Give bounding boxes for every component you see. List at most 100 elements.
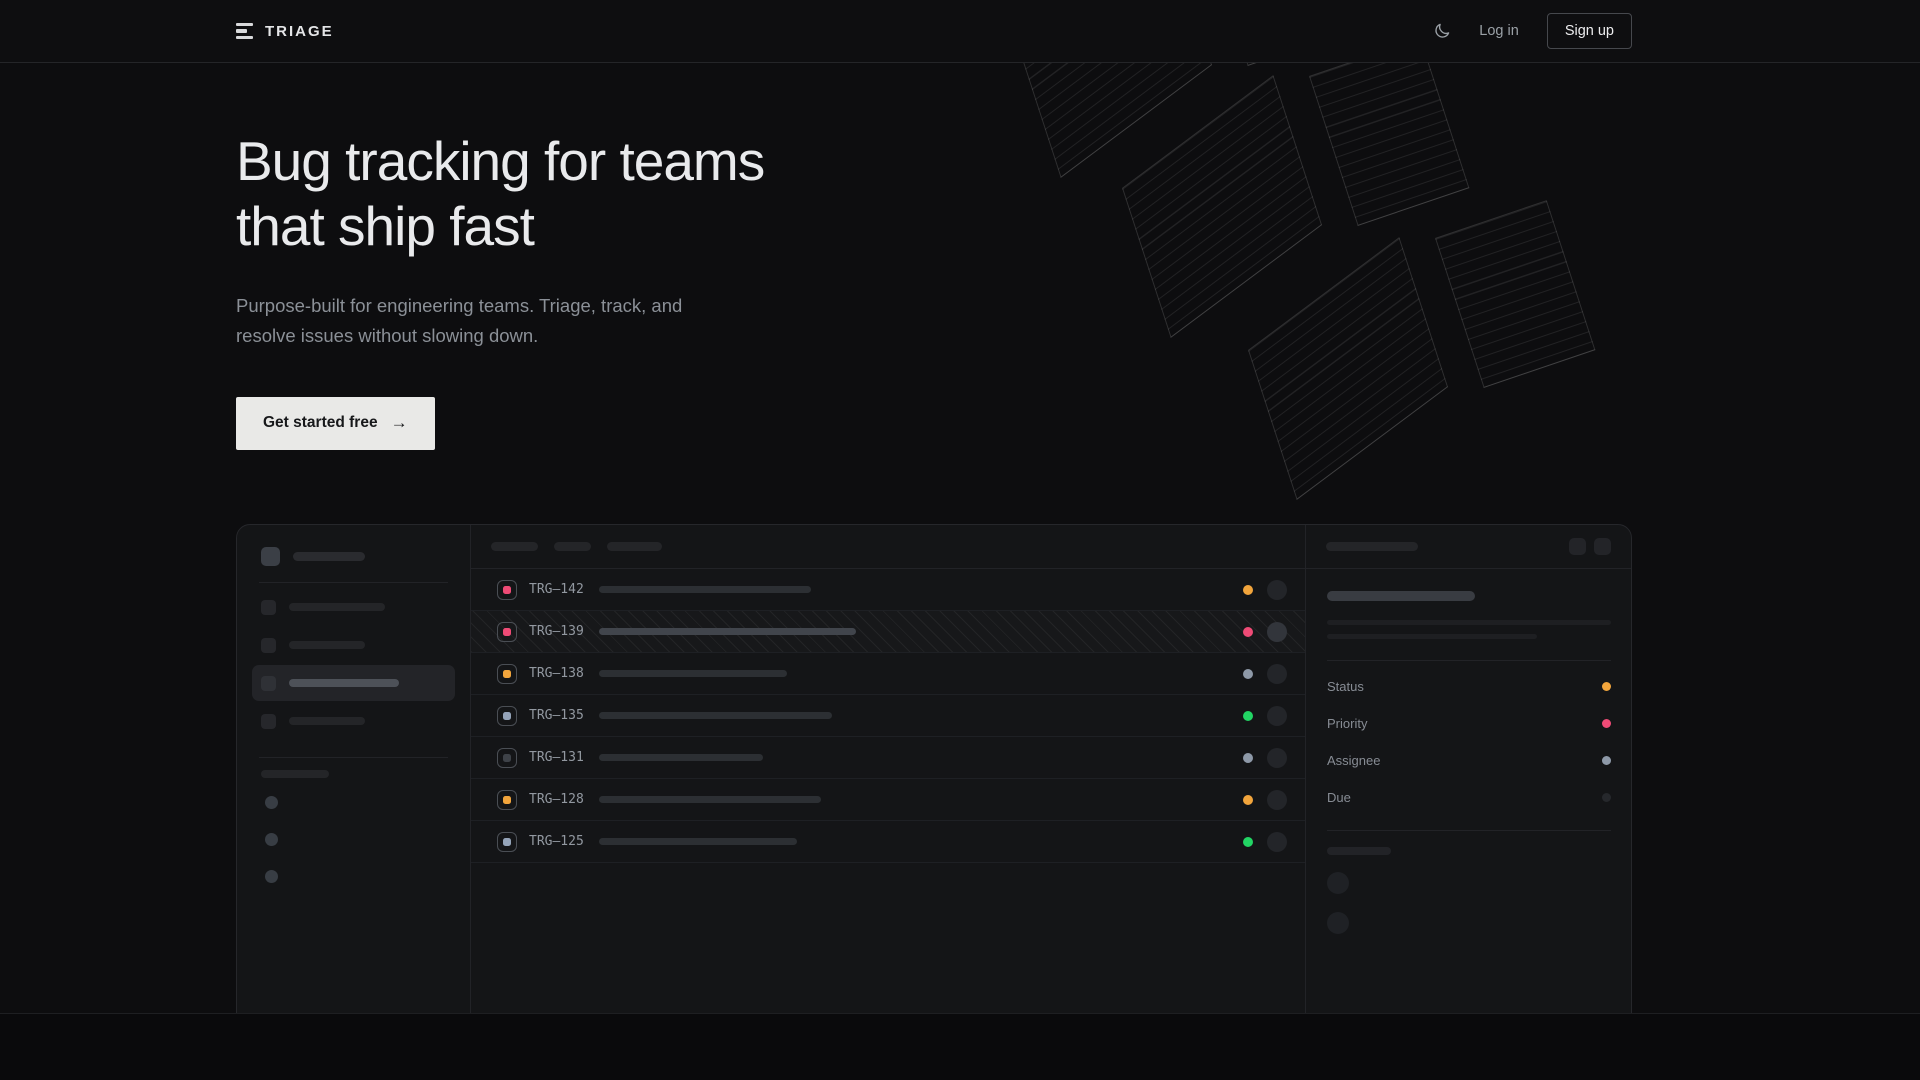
issue-id: TRG–139 [529,624,587,639]
nav-item-label-skeleton [289,717,365,725]
field-value-dot [1602,719,1611,728]
detail-actions-skeleton [1569,538,1611,555]
issue-title-skeleton [1327,591,1475,601]
status-dot [1243,837,1253,847]
issue-id: TRG–125 [529,834,587,849]
field-value-dot [1602,793,1611,802]
assignee-avatar [1267,748,1287,768]
issue-row: TRG–125 [471,821,1305,863]
activity-label-skeleton [1327,847,1391,855]
status-dot [1243,669,1253,679]
issue-type-icon [497,790,517,810]
avatar-skeleton [1327,912,1349,934]
footer [0,1013,1920,1080]
hero-title: Bug tracking for teams that ship fast [236,129,1632,259]
issue-row: TRG–128 [471,779,1305,821]
nav-item-icon-skeleton [261,676,276,691]
issue-type-icon [497,706,517,726]
nav-item-label-skeleton [289,679,399,687]
dot-skeleton [265,870,278,883]
action-button-skeleton [1569,538,1586,555]
moon-icon [1433,22,1451,40]
status-dot [1243,627,1253,637]
signup-button[interactable]: Sign up [1547,13,1632,49]
assignee-avatar [1267,664,1287,684]
nav-item-icon-skeleton [261,714,276,729]
divider [1327,660,1611,661]
divider [259,757,448,758]
workspace-name-skeleton [293,552,365,561]
triage-logo-icon [236,23,253,40]
navbar: TRIAGE Log in Sign up [0,0,1920,63]
mockup-nav-item [252,589,455,625]
issue-type-icon [497,748,517,768]
nav-item-icon-skeleton [261,638,276,653]
avatar-skeleton [1327,872,1349,894]
issue-row: TRG–131 [471,737,1305,779]
mockup-sidebar-dots [261,796,446,883]
issue-title-skeleton [599,712,832,719]
brand[interactable]: TRIAGE [236,23,334,40]
status-dot [1243,795,1253,805]
issue-title-skeleton [599,586,811,593]
login-link[interactable]: Log in [1479,23,1519,39]
mockup-sidebar [237,525,471,1068]
dot-skeleton [265,796,278,809]
issue-title-skeleton [599,838,797,845]
mockup-detail-panel: Status Priority Assignee Due [1306,525,1631,1068]
field-label: Status [1327,679,1364,694]
issue-type-icon [497,580,517,600]
field-value-dot [1602,682,1611,691]
issue-row: TRG–138 [471,653,1305,695]
issue-id: TRG–131 [529,750,587,765]
hero-subtitle-line1: Purpose-built for engineering teams. Tri… [236,295,682,316]
issue-id: TRG–135 [529,708,587,723]
theme-toggle-button[interactable] [1433,22,1451,40]
hero-title-line2: that ship fast [236,195,534,257]
brand-name: TRIAGE [265,23,334,40]
hero-subtitle-line2: resolve issues without slowing down. [236,325,538,346]
field-label: Due [1327,790,1351,805]
mockup-issue-list: TRG–142 TRG–139 TRG–138 TR [471,525,1306,1068]
assignee-avatar [1267,790,1287,810]
issue-row: TRG–135 [471,695,1305,737]
issue-title-skeleton [599,628,856,635]
assignee-avatar [1267,580,1287,600]
get-started-label: Get started free [263,414,378,432]
mockup-workspace-row [261,547,446,566]
detail-field: Due [1327,779,1611,816]
hero-title-line1: Bug tracking for teams [236,130,764,192]
description-line-skeleton [1327,620,1611,625]
section-label-skeleton [261,770,329,778]
issue-title-skeleton [599,754,763,761]
detail-field: Priority [1327,705,1611,742]
issue-title-skeleton [599,796,821,803]
workspace-avatar-skeleton [261,547,280,566]
status-dot [1243,711,1253,721]
get-started-button[interactable]: Get started free → [236,397,435,450]
field-label: Assignee [1327,753,1380,768]
assignee-avatar [1267,706,1287,726]
mockup-detail-header [1306,525,1631,569]
mockup-nav-item [252,703,455,739]
issue-id: TRG–128 [529,792,587,807]
hero-subtitle: Purpose-built for engineering teams. Tri… [236,291,1632,351]
app-mockup: TRG–142 TRG–139 TRG–138 TR [236,524,1632,1069]
detail-field: Status [1327,668,1611,705]
assignee-avatar [1267,622,1287,642]
arrow-right-icon: → [391,413,408,433]
divider [1327,830,1611,831]
issue-id: TRG–142 [529,582,587,597]
issue-row: TRG–142 [471,569,1305,611]
action-button-skeleton [1594,538,1611,555]
mockup-list-header [471,525,1305,569]
description-line-skeleton [1327,634,1537,639]
activity-avatars [1327,872,1611,934]
issue-id: TRG–138 [529,666,587,681]
assignee-avatar [1267,832,1287,852]
issue-type-icon [497,622,517,642]
issue-title-skeleton [599,670,787,677]
status-dot [1243,585,1253,595]
detail-title-skeleton [1326,542,1418,551]
hero-section: Bug tracking for teams that ship fast Pu… [236,63,1632,450]
